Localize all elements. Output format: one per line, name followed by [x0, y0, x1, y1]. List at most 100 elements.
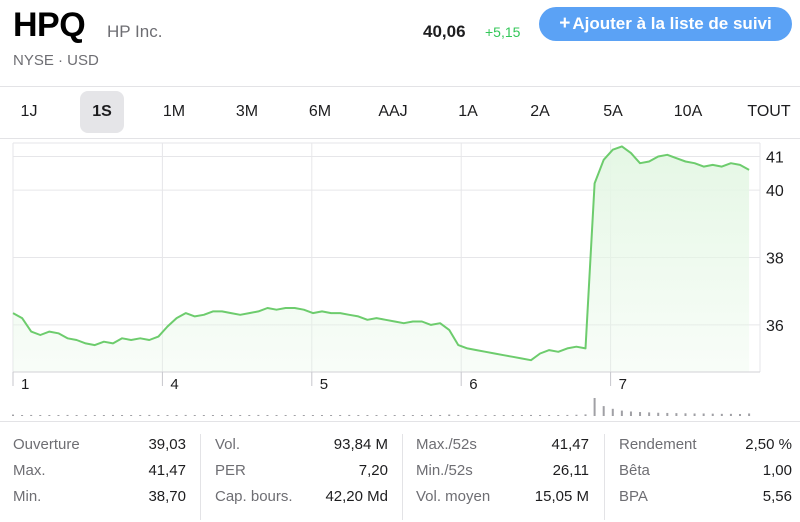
stat-value: 5,56: [762, 487, 792, 505]
range-tabs: 1J 1S 1M 3M 6M AAJ 1A 2A 5A 10A TOUT: [0, 89, 800, 135]
volume-bar: [439, 415, 442, 416]
tab-6m[interactable]: 6M: [297, 91, 343, 133]
volume-bar: [266, 415, 269, 416]
stat-open: Ouverture 39,03: [13, 431, 186, 457]
volume-bar: [466, 415, 469, 416]
volume-bar: [493, 415, 496, 416]
x-tick-label: 1: [21, 376, 29, 393]
volume-bar: [239, 415, 242, 416]
volume-bar: [748, 413, 751, 416]
stat-label: Max./52s: [416, 435, 477, 453]
key-statistics: Ouverture 39,03 Max. 41,47 Min. 38,70 Vol. 9…: [0, 430, 800, 522]
volume-bar: [648, 412, 651, 416]
stat-label: Max.: [13, 461, 46, 479]
stat-beta: Bêta 1,00: [619, 457, 792, 483]
stat-label: Vol. moyen: [416, 487, 491, 505]
volume-bar: [102, 415, 105, 416]
volume-bar: [620, 410, 623, 416]
tab-5a[interactable]: 5A: [591, 91, 635, 133]
volume-bar: [293, 415, 296, 416]
stat-eps: BPA 5,56: [619, 483, 792, 509]
stat-label: Min.: [13, 487, 42, 505]
volume-bar: [702, 413, 705, 416]
volume-bar: [111, 414, 114, 416]
stat-value: 93,84 M: [333, 435, 388, 453]
stat-52w-high: Max./52s 41,47: [416, 431, 589, 457]
volume-bar: [193, 415, 196, 416]
y-tick-label: 36: [766, 318, 784, 335]
y-tick-label: 41: [766, 149, 784, 166]
volume-bar: [48, 415, 51, 416]
stats-separator: [402, 434, 403, 520]
stat-label: Cap. bours.: [215, 487, 293, 505]
volume-bar: [39, 415, 42, 416]
volume-bar: [275, 415, 278, 416]
tab-1s[interactable]: 1S: [80, 91, 124, 133]
volume-bar: [720, 413, 723, 416]
price-chart[interactable]: 41 40 38 36 1 4 5 6 7: [0, 140, 800, 422]
volume-bar: [330, 415, 333, 416]
tab-3m[interactable]: 3M: [224, 91, 270, 133]
volume-bar: [21, 415, 24, 416]
volume-bar: [611, 408, 614, 416]
volume-bar: [12, 414, 14, 416]
stat-label: Min./52s: [416, 461, 473, 479]
tab-tout[interactable]: TOUT: [742, 91, 796, 133]
stats-column-4: Rendement 2,50 % Bêta 1,00 BPA 5,56: [619, 430, 792, 522]
volume-bar: [311, 415, 314, 416]
stat-value: 38,70: [148, 487, 186, 505]
stats-separator: [604, 434, 605, 520]
volume-bar: [375, 415, 378, 416]
volume-bar: [484, 415, 487, 416]
stat-label: Rendement: [619, 435, 697, 453]
x-tick-label: 4: [170, 376, 178, 393]
stat-value: 39,03: [148, 435, 186, 453]
volume-bar: [393, 415, 396, 416]
volume-bar: [248, 415, 251, 416]
volume-bar: [557, 415, 560, 416]
volume-bar: [502, 415, 505, 416]
tab-1j[interactable]: 1J: [8, 91, 50, 133]
volume-bar: [66, 414, 69, 416]
volume-bar: [539, 415, 542, 416]
stat-value: 7,20: [358, 461, 388, 479]
volume-bar: [348, 414, 351, 416]
volume-bar: [366, 415, 369, 416]
add-to-watchlist-label: Ajouter à la liste de suivi: [572, 14, 772, 33]
stat-label: Bêta: [619, 461, 650, 479]
stat-52w-low: Min./52s 26,11: [416, 457, 589, 483]
tab-2a[interactable]: 2A: [518, 91, 562, 133]
stat-market-cap: Cap. bours. 42,20 Md: [215, 483, 388, 509]
company-name: HP Inc.: [107, 22, 163, 41]
volume-bar: [130, 415, 133, 416]
volume-bar: [430, 414, 433, 416]
ticker-symbol: HPQ: [13, 6, 86, 44]
stat-label: BPA: [619, 487, 648, 505]
volume-bar: [548, 415, 551, 416]
stat-value: 1,00: [762, 461, 792, 479]
volume-bar: [475, 415, 478, 416]
stat-label: Vol.: [215, 435, 241, 453]
tab-1a[interactable]: 1A: [446, 91, 490, 133]
tabs-divider: [0, 138, 800, 139]
price-change: +5,15: [485, 24, 521, 40]
volume-bar: [457, 414, 460, 416]
exchange-currency: NYSE · USD: [13, 52, 99, 69]
volume-bar: [566, 414, 569, 416]
volume-bar: [675, 413, 678, 416]
volume-bar: [221, 415, 224, 416]
tab-10a[interactable]: 10A: [664, 91, 712, 133]
x-tick-label: 7: [619, 376, 627, 393]
volume-bar: [339, 415, 342, 416]
volume-bar: [166, 415, 169, 416]
tab-aaj[interactable]: AAJ: [368, 91, 418, 133]
add-to-watchlist-button[interactable]: + Ajouter à la liste de suivi: [539, 7, 792, 41]
volume-bar: [93, 415, 96, 416]
volume-bar: [57, 415, 60, 416]
stat-value: 2,50 %: [745, 435, 792, 453]
stat-avg-volume: Vol. moyen 15,05 M: [416, 483, 589, 509]
stats-column-3: Max./52s 41,47 Min./52s 26,11 Vol. moyen 15…: [416, 430, 589, 522]
tab-1m[interactable]: 1M: [152, 91, 196, 133]
volume-bar: [230, 415, 233, 416]
volume-bar: [575, 414, 578, 416]
